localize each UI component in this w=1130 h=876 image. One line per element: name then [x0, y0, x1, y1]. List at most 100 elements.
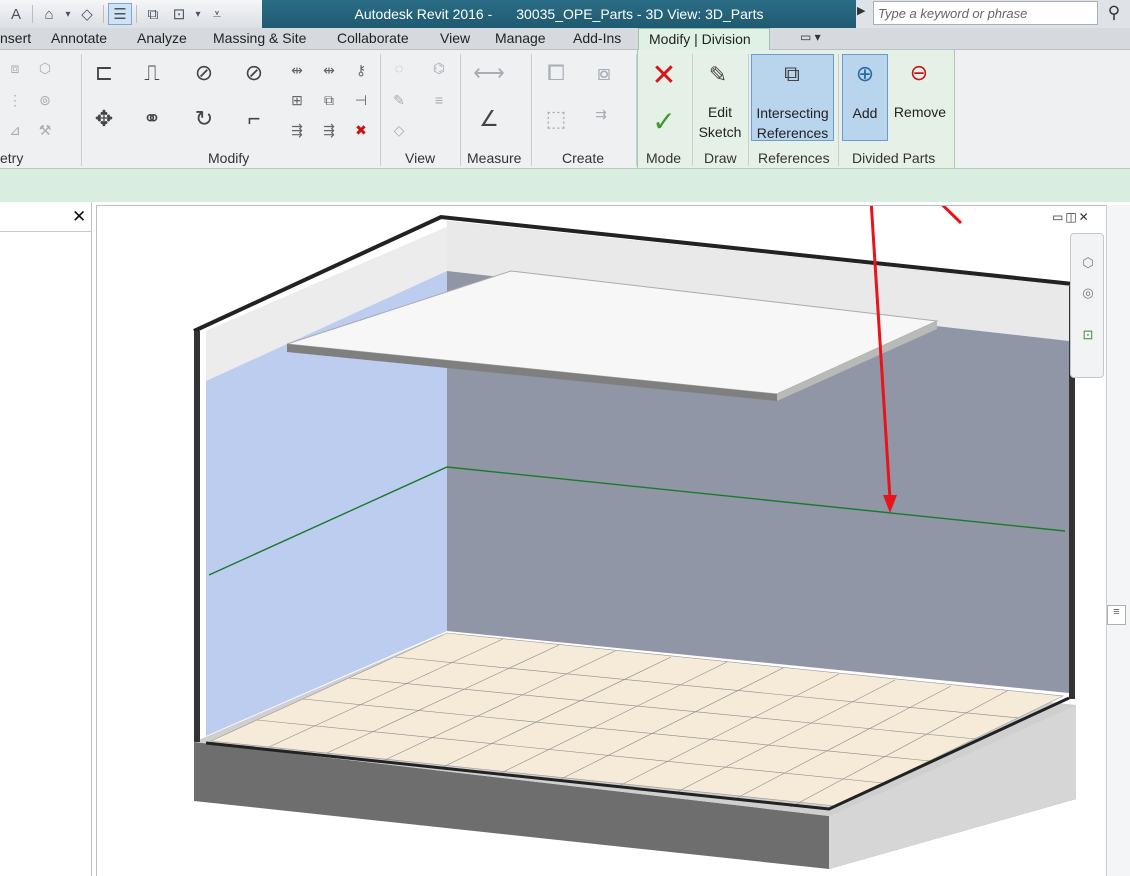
3d-view-canvas[interactable] [96, 205, 1106, 876]
create-group-icon[interactable]: ⧇ [588, 58, 620, 88]
array-icon[interactable]: ⊞ [286, 90, 308, 110]
remove-button[interactable]: Remove [890, 102, 950, 122]
revit-window: A ⌂ ▾ ◇ ☰ ⧉ ⊡ ▾ ⩡ Autodesk Revit 2016 - … [0, 0, 1130, 876]
panel-separator [81, 54, 82, 166]
pin-icon[interactable]: ⊣ [350, 90, 372, 110]
panel-draw-label: Draw [704, 150, 737, 166]
tab-analyze[interactable]: Analyze [137, 30, 187, 46]
split-element-icon[interactable]: ⇹ [286, 60, 308, 80]
trim-extend-icon[interactable]: ⌐ [238, 104, 270, 134]
intersecting-references-button[interactable]: ⧉ Intersecting References [751, 54, 834, 141]
angular-dimension-icon[interactable]: ∠ [468, 104, 510, 134]
panel-separator [531, 54, 532, 166]
tab-collaborate[interactable]: Collaborate [337, 30, 409, 46]
view-scroll-strip [1106, 205, 1130, 876]
similar-icon[interactable]: ⇉ [590, 104, 612, 124]
text-icon[interactable]: A [4, 3, 28, 25]
steering-wheel-icon[interactable]: ◎ [1079, 284, 1097, 302]
title-bar: A ⌂ ▾ ◇ ☰ ⧉ ⊡ ▾ ⩡ Autodesk Revit 2016 - … [0, 0, 1130, 28]
delete-icon[interactable]: ✖ [350, 120, 372, 140]
panel-mode-label: Mode [646, 150, 682, 166]
search-input[interactable]: Type a keyword or phrase [873, 1, 1098, 25]
join-icon[interactable]: ⋮ [4, 90, 26, 110]
mirror-pick-axis-icon[interactable]: ⊘ [188, 58, 220, 88]
unpin-icon[interactable]: ⚷ [350, 60, 372, 80]
panel-separator [748, 54, 749, 166]
close-icon[interactable]: ✕ [72, 207, 86, 227]
tab-massing-site[interactable]: Massing & Site [213, 30, 306, 46]
trim-multiple-icon[interactable]: ⇶ [318, 120, 340, 140]
tab-manage[interactable]: Manage [495, 30, 546, 46]
view-window-controls[interactable]: ▭◫✕ [1052, 210, 1091, 224]
eraser-icon[interactable]: ◇ [388, 120, 410, 140]
mirror-draw-axis-icon[interactable]: ⊘ [238, 58, 270, 88]
wall-joins-icon[interactable]: ⊿ [4, 120, 26, 140]
cope-icon[interactable]: ⧈ [4, 58, 26, 78]
expand-arrow-icon[interactable]: ▶ [857, 4, 865, 17]
tab-insert[interactable]: nsert [0, 30, 31, 46]
3d-scene[interactable] [97, 206, 1107, 876]
edit-sketch-label-2: Sketch [698, 124, 742, 140]
scale-icon[interactable]: ⧉ [318, 90, 340, 110]
app-name: Autodesk Revit 2016 - [354, 6, 493, 22]
linework-icon[interactable]: ✎ [388, 90, 410, 110]
create-assembly-icon[interactable]: ⧠ [540, 58, 572, 88]
filter-icon[interactable]: ≡ [428, 90, 450, 110]
ribbon-minimize-icon[interactable]: ▭ ▾ [800, 30, 821, 44]
hide-element-icon[interactable]: ⌬ [428, 58, 450, 78]
customize-qat-icon[interactable]: ⩡ [205, 3, 229, 25]
trim-single-icon[interactable]: ⇶ [286, 120, 308, 140]
edit-sketch-button[interactable]: Edit Sketch [693, 102, 747, 142]
dropdown-arrow-icon[interactable]: ▾ [193, 3, 203, 25]
intersecting-references-label: Intersecting References [752, 103, 833, 143]
tab-annotate[interactable]: Annotate [51, 30, 107, 46]
override-graphics-icon[interactable]: ◌ [388, 58, 410, 78]
remove-parts-icon[interactable]: ⊖ [903, 58, 935, 88]
thin-lines-icon[interactable]: ☰ [108, 3, 132, 25]
panel-separator [636, 54, 637, 166]
tab-modify-division[interactable]: Modify | Division [638, 28, 770, 51]
finish-icon[interactable]: ✓ [648, 106, 680, 137]
intersecting-references-label-1: Intersecting [756, 105, 829, 121]
cancel-icon[interactable]: ✕ [648, 59, 680, 92]
window-title: Autodesk Revit 2016 - 30035_OPE_Parts - … [262, 0, 856, 28]
edit-sketch-icon[interactable]: ✎ [702, 60, 734, 90]
intersecting-references-label-2: References [756, 125, 829, 141]
add-parts-button[interactable]: ⊕ Add [842, 54, 888, 141]
panel-divided-parts-label: Divided Parts [852, 150, 936, 166]
panel-modify-label: Modify [208, 150, 250, 166]
viewcube-icon[interactable]: ⬡ [1079, 254, 1097, 272]
offset-icon[interactable]: ⎍ [136, 58, 168, 88]
panel-separator [380, 54, 381, 166]
split-gap-icon[interactable]: ⇹ [318, 60, 340, 80]
create-parts-icon[interactable]: ⬚ [540, 104, 572, 134]
add-parts-icon: ⊕ [855, 61, 875, 86]
panel-separator [838, 54, 839, 166]
paint-icon[interactable]: ⚒ [34, 120, 56, 140]
add-label: Add [852, 105, 878, 121]
zoom-icon[interactable]: ⊡ [1079, 326, 1097, 344]
close-hidden-icon[interactable]: ⧉ [141, 3, 165, 25]
switch-windows-icon[interactable]: ⊡ [167, 3, 191, 25]
panel-view-label: View [405, 150, 436, 166]
tag-icon[interactable]: ◇ [75, 3, 99, 25]
move-icon[interactable]: ✥ [88, 104, 120, 134]
properties-panel [0, 202, 92, 876]
tab-add-ins[interactable]: Add-Ins [573, 30, 621, 46]
home-icon[interactable]: ⌂ [37, 3, 61, 25]
edit-sketch-label-1: Edit [707, 104, 733, 120]
align-icon[interactable]: ⊏ [88, 58, 120, 88]
copy-icon[interactable]: ⚭ [136, 104, 168, 134]
tab-view[interactable]: View [440, 30, 470, 46]
qat-separator [32, 5, 33, 23]
measure-distance-icon[interactable]: ⟷ [468, 58, 510, 88]
tab-modify-division-label: Modify | Division [649, 31, 751, 47]
navigation-bar: ⬡ ◎ ⊡ [1070, 233, 1104, 378]
cut-icon[interactable]: ⬡ [34, 58, 56, 78]
scroll-handle[interactable]: ≡ [1107, 605, 1126, 625]
document-title: 30035_OPE_Parts - 3D View: 3D_Parts [516, 6, 764, 22]
split-face-icon[interactable]: ⊚ [34, 90, 56, 110]
binoculars-icon[interactable]: ⚲ [1100, 2, 1128, 24]
rotate-icon[interactable]: ↻ [188, 104, 220, 134]
dropdown-arrow-icon[interactable]: ▾ [63, 3, 73, 25]
